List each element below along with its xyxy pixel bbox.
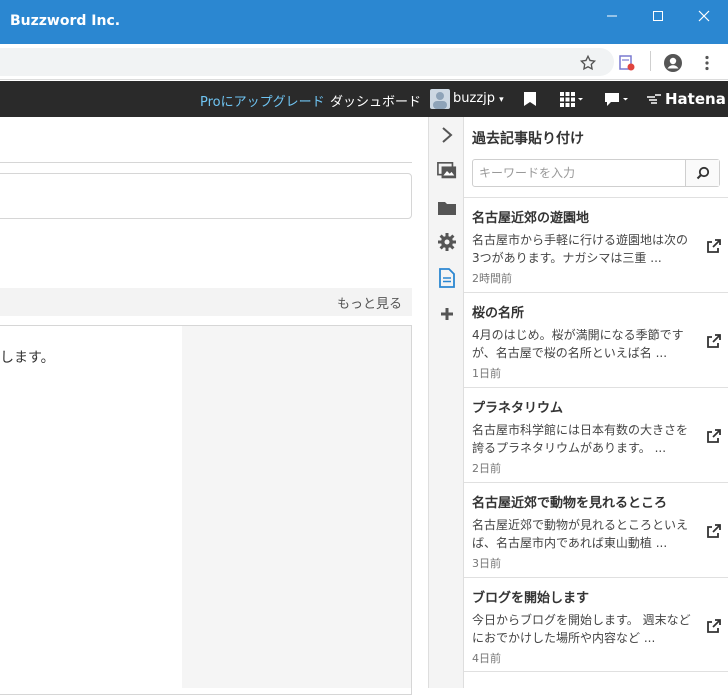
more-link[interactable]: もっと見る <box>337 293 402 312</box>
hatena-logo-icon <box>647 94 661 104</box>
close-button[interactable] <box>684 6 724 26</box>
article-item[interactable]: 名古屋近郊で動物を見れるところ 名古屋近郊で動物が見れるところといえば、名古屋市… <box>464 482 728 577</box>
grid-icon <box>560 92 583 107</box>
search-input[interactable] <box>473 160 685 186</box>
article-time: 3日前 <box>472 557 501 570</box>
article-excerpt: 名古屋市から手軽に行ける遊園地は次の3つがあります。ナガシマは三重 ... <box>472 233 689 265</box>
user-menu[interactable]: buzzjp ▾ <box>453 91 504 106</box>
folder-tool-button[interactable] <box>437 198 457 218</box>
caret-down-icon: ▾ <box>499 95 504 105</box>
article-item[interactable]: 名古屋近郊の遊園地 名古屋市から手軽に行ける遊園地は次の3つがあります。ナガシマ… <box>464 197 728 292</box>
menu-button[interactable] <box>696 52 718 74</box>
folder-icon <box>438 202 456 215</box>
article-time: 2日前 <box>472 462 501 475</box>
article-time: 4日前 <box>472 652 501 665</box>
article-excerpt: 名古屋市科学館には日本有数の大きさを誇るプラネタリウムがあります。 ... <box>472 423 689 455</box>
maximize-icon <box>653 11 663 21</box>
external-link-icon[interactable] <box>706 618 722 634</box>
search-button[interactable] <box>685 160 719 186</box>
settings-tool-button[interactable] <box>437 232 457 252</box>
profile-button[interactable] <box>662 52 684 74</box>
panel-divider <box>464 671 728 672</box>
article-title[interactable]: 名古屋近郊の遊園地 <box>472 207 589 226</box>
search-icon <box>696 166 709 180</box>
minimize-icon <box>607 15 617 17</box>
article-item[interactable]: ブログを開始します 今日からブログを開始します。 週末などにおでかけした場所や内… <box>464 577 728 672</box>
external-link-icon[interactable] <box>706 523 722 539</box>
article-excerpt: 今日からブログを開始します。 週末などにおでかけした場所や内容など ... <box>472 613 691 645</box>
extension-button[interactable] <box>616 52 638 74</box>
title-input[interactable] <box>0 173 412 219</box>
add-tool-button[interactable] <box>437 304 457 324</box>
plus-icon <box>441 308 453 320</box>
article-excerpt: 名古屋近郊で動物が見れるところといえば、名古屋市内であれば東山動植 ... <box>472 518 689 550</box>
account-icon <box>664 54 682 72</box>
notifications-button[interactable] <box>604 91 632 107</box>
preview-pane <box>182 326 411 688</box>
maximize-button[interactable] <box>638 6 678 26</box>
past-articles-panel: 過去記事貼り付け 名古屋近郊の遊園地 名古屋市から手軽に行ける遊園地は次の3つが… <box>464 117 728 688</box>
article-time: 1日前 <box>472 367 501 380</box>
dashboard-link[interactable]: ダッシュボード <box>330 91 421 110</box>
extension-icon <box>619 55 635 71</box>
document-icon <box>439 268 455 288</box>
title-underline <box>0 162 412 163</box>
search-box <box>472 159 720 187</box>
hatena-logo[interactable]: Hatena <box>646 90 726 108</box>
article-title[interactable]: 名古屋近郊で動物を見れるところ <box>472 492 667 511</box>
logo-text: Hatena <box>665 90 726 108</box>
minimize-button[interactable] <box>592 6 632 26</box>
star-icon <box>579 54 597 71</box>
past-articles-tool-button[interactable] <box>437 268 457 288</box>
article-time: 2時間前 <box>472 272 512 285</box>
external-link-icon[interactable] <box>706 238 722 254</box>
username: buzzjp <box>453 91 496 106</box>
external-link-icon[interactable] <box>706 428 722 444</box>
external-link-icon[interactable] <box>706 333 722 349</box>
sidebar-icon-column <box>428 117 464 688</box>
article-excerpt: 4月のはじめ。桜が満開になる季節ですが、名古屋で桜の名所といえば名 ... <box>472 328 684 360</box>
photo-tool-button[interactable] <box>437 161 457 181</box>
comment-icon <box>605 93 628 106</box>
avatar[interactable] <box>430 89 450 109</box>
close-icon <box>698 10 710 22</box>
article-item[interactable]: 桜の名所 4月のはじめ。桜が満開になる季節ですが、名古屋で桜の名所といえば名 .… <box>464 292 728 387</box>
collapse-panel-button[interactable] <box>437 125 457 145</box>
panel-title: 過去記事貼り付け <box>472 131 584 147</box>
bookmark-button[interactable] <box>523 91 537 107</box>
browser-toolbar <box>0 44 728 80</box>
window-title: Buzzword Inc. <box>10 13 121 29</box>
bookmark-star-button[interactable] <box>577 52 599 74</box>
upgrade-link[interactable]: Proにアップグレード <box>200 91 325 110</box>
apps-button[interactable] <box>560 91 584 107</box>
chevron-right-icon <box>442 127 453 143</box>
article-title[interactable]: プラネタリウム <box>472 397 563 416</box>
article-title[interactable]: 桜の名所 <box>472 302 524 321</box>
address-bar[interactable] <box>0 48 614 76</box>
bookmark-icon <box>524 92 536 106</box>
article-title[interactable]: ブログを開始します <box>472 587 589 606</box>
image-icon <box>437 162 457 179</box>
body-text: します。 <box>0 350 55 366</box>
article-item[interactable]: プラネタリウム 名古屋市科学館には日本有数の大きさを誇るプラネタリウムがあります… <box>464 387 728 482</box>
toolbar-divider <box>650 51 651 71</box>
more-vert-icon <box>705 55 709 71</box>
gear-icon <box>438 233 456 251</box>
window-titlebar: Buzzword Inc. <box>0 0 728 44</box>
